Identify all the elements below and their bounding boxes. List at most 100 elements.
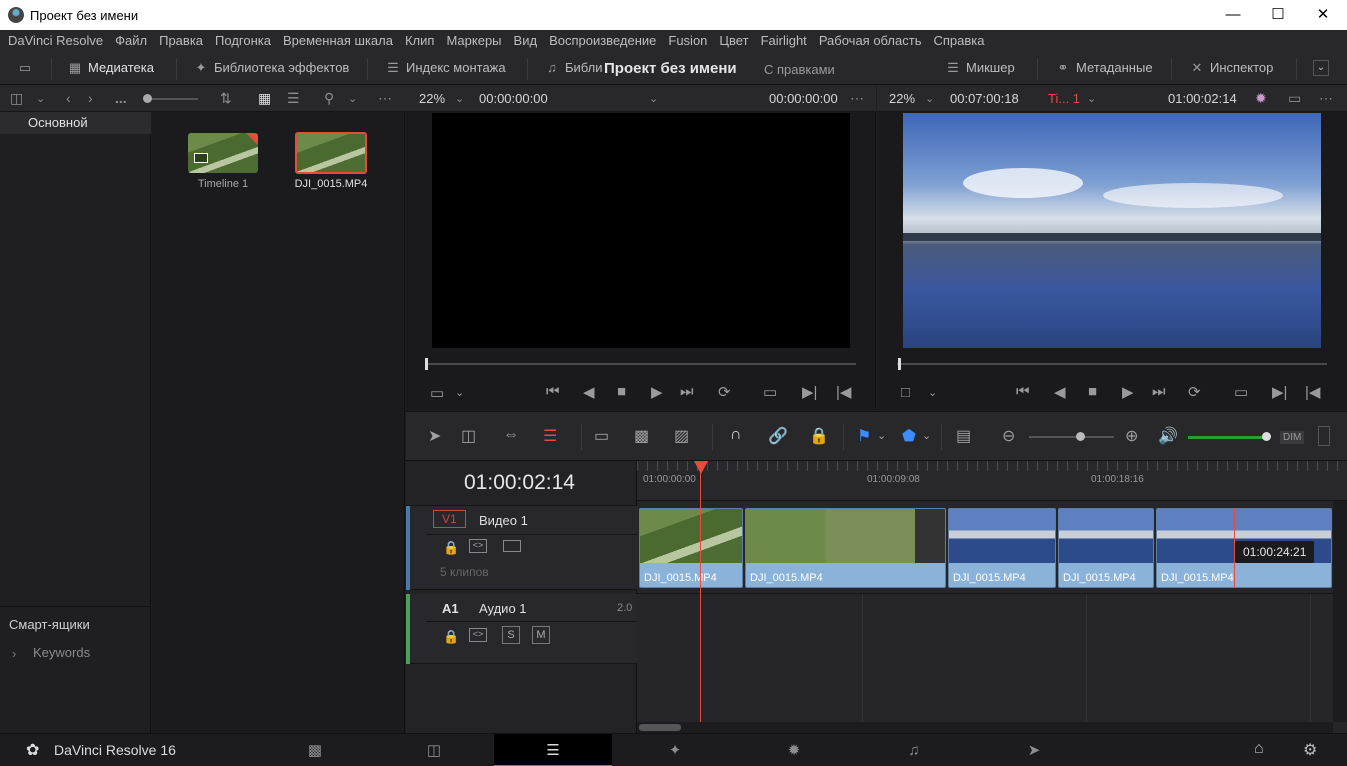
zoom-in-icon[interactable]: ⊕	[1125, 426, 1138, 446]
timeline-zoom[interactable]: 22%	[889, 91, 915, 106]
options-icon[interactable]: ⋯	[850, 90, 864, 107]
expand-toolbar-button[interactable]: ⌄	[1313, 60, 1329, 76]
timeline-clip[interactable]: DJI_0015.MP4	[745, 508, 946, 588]
linked-selection-icon[interactable]: 🔗	[768, 426, 788, 446]
menu-timeline[interactable]: Временная шкала	[277, 30, 399, 52]
gear-icon[interactable]: ⚙	[1303, 740, 1317, 760]
lock-icon[interactable]: 🔒	[443, 629, 459, 645]
chevron-down-icon[interactable]: ⌄	[455, 386, 464, 399]
grid-view-icon[interactable]: ▦	[258, 90, 271, 107]
timeline-name[interactable]: Ti... 1	[1048, 91, 1080, 106]
go-to-start-icon[interactable]: ⏮	[1016, 383, 1030, 400]
dynamic-trim-icon[interactable]: ⇔	[503, 426, 519, 444]
options-icon[interactable]: ⋯	[1319, 90, 1333, 107]
chevron-down-icon[interactable]: ⌄	[36, 92, 45, 105]
smart-bin-keywords[interactable]: Keywords	[33, 645, 90, 660]
timeline-ruler[interactable]: 01:00:00:00 01:00:09:08 01:00:18:16	[637, 461, 1347, 501]
dim-button[interactable]: DIM	[1280, 431, 1305, 444]
loop-icon[interactable]: ⟳	[718, 383, 731, 401]
menu-fairlight[interactable]: Fairlight	[755, 30, 813, 52]
crop-icon[interactable]: □	[901, 384, 910, 401]
source-playhead[interactable]	[425, 358, 428, 370]
sort-icon[interactable]: ⇅	[220, 90, 232, 107]
media-item-clip[interactable]: DJI_0015.MP4	[294, 131, 368, 193]
lock-icon[interactable]: 🔒	[443, 540, 459, 556]
inspector-button[interactable]: ✕ Инспектор	[1188, 60, 1274, 76]
menu-color[interactable]: Цвет	[713, 30, 754, 52]
marker-icon[interactable]: ⬟	[902, 426, 916, 446]
menu-fusion[interactable]: Fusion	[662, 30, 713, 52]
menu-help[interactable]: Справка	[927, 30, 990, 52]
bin-master[interactable]: Основной	[0, 112, 151, 134]
menu-markers[interactable]: Маркеры	[440, 30, 507, 52]
page-color-icon[interactable]: ✹	[735, 734, 853, 766]
panel-toggle-icon[interactable]: ◫	[10, 90, 23, 107]
source-scrubber[interactable]	[426, 363, 856, 365]
selection-tool-icon[interactable]: ➤	[428, 426, 441, 446]
page-media-icon[interactable]: ▩	[256, 734, 374, 766]
options-icon[interactable]: ⋯	[378, 90, 392, 107]
track-id-a1[interactable]: A1	[442, 601, 459, 616]
insert-clip-icon[interactable]: ▭	[594, 426, 609, 446]
color-wheel-icon[interactable]: ✹	[1255, 90, 1267, 107]
auto-select-icon[interactable]: <>	[469, 628, 487, 642]
close-button[interactable]: ✕	[1300, 0, 1346, 30]
zoom-out-icon[interactable]: ⊖	[1002, 426, 1015, 446]
layout-icon[interactable]: ▭	[16, 60, 38, 76]
snapping-icon[interactable]: ∩	[730, 426, 742, 444]
zoom-slider-handle[interactable]	[1076, 432, 1085, 441]
zoom-slider[interactable]	[1029, 436, 1114, 438]
playhead-handle[interactable]	[694, 461, 708, 474]
chevron-down-icon[interactable]: ⌄	[928, 386, 937, 399]
track-name-video[interactable]: Видео 1	[479, 513, 528, 528]
mark-out-icon[interactable]: |◀	[1305, 383, 1320, 401]
chevron-down-icon[interactable]: ⌄	[925, 92, 934, 105]
trim-tool-icon[interactable]: ◫	[461, 426, 476, 446]
stop-icon[interactable]: ■	[1088, 383, 1097, 400]
mixer-button[interactable]: ☰ Микшер	[944, 60, 1015, 76]
timeline-clip[interactable]: DJI_0015.MP4	[1058, 508, 1154, 588]
solo-button[interactable]: S	[502, 626, 520, 644]
match-frame-icon[interactable]: ▭	[763, 383, 777, 401]
page-cut-icon[interactable]: ◫	[375, 734, 493, 766]
chevron-down-icon[interactable]: ⌄	[348, 92, 357, 105]
menu-playback[interactable]: Воспроизведение	[543, 30, 662, 52]
stop-icon[interactable]: ■	[617, 383, 626, 400]
blade-tool-icon[interactable]: ☰	[543, 426, 557, 446]
home-icon[interactable]: ⌂	[1254, 740, 1264, 758]
replace-clip-icon[interactable]: ▨	[674, 426, 689, 446]
track-name-audio[interactable]: Аудио 1	[479, 601, 527, 616]
play-icon[interactable]: ▶	[1122, 383, 1134, 401]
flag-icon[interactable]: ⚑	[857, 426, 871, 446]
vertical-scrollbar[interactable]	[1333, 501, 1347, 722]
play-reverse-icon[interactable]: ◀	[1054, 383, 1066, 401]
timeline-frame-landscape[interactable]	[903, 113, 1321, 348]
page-edit-icon[interactable]: ☰	[494, 734, 612, 766]
effects-library-button[interactable]: ✦ Библиотека эффектов	[192, 60, 350, 76]
menu-workspace[interactable]: Рабочая область	[813, 30, 928, 52]
volume-slider[interactable]	[1188, 436, 1266, 439]
track-visibility-icon[interactable]	[503, 540, 521, 552]
page-deliver-icon[interactable]: ➤	[975, 734, 1093, 766]
timeline-clip[interactable]: DJI_0015.MP4	[639, 508, 743, 588]
viewer-mode-icon[interactable]: ▭	[1288, 90, 1301, 107]
timeline-view-options-icon[interactable]: ▤	[956, 426, 971, 446]
page-fusion-icon[interactable]: ✦	[616, 734, 734, 766]
slider-handle[interactable]	[143, 94, 152, 103]
match-frame-icon[interactable]: ▭	[1234, 383, 1248, 401]
menu-file[interactable]: Файл	[109, 30, 153, 52]
overwrite-clip-icon[interactable]: ▩	[634, 426, 649, 446]
mark-in-icon[interactable]: ▶|	[1272, 383, 1287, 401]
chevron-down-icon[interactable]: ⌄	[922, 429, 931, 442]
playhead-line[interactable]	[700, 461, 701, 722]
metadata-button[interactable]: ⚭ Метаданные	[1054, 60, 1153, 76]
timeline-playhead-mini[interactable]	[898, 358, 901, 370]
track-id-v1[interactable]: V1	[433, 510, 466, 528]
search-icon[interactable]: ⚲	[324, 90, 334, 107]
menu-trim[interactable]: Подгонка	[209, 30, 277, 52]
scroll-thumb[interactable]	[639, 724, 681, 731]
chevron-down-icon[interactable]: ⌄	[877, 429, 886, 442]
auto-select-icon[interactable]: <>	[469, 539, 487, 553]
menu-edit[interactable]: Правка	[153, 30, 209, 52]
horizontal-scrollbar[interactable]	[637, 722, 1333, 733]
